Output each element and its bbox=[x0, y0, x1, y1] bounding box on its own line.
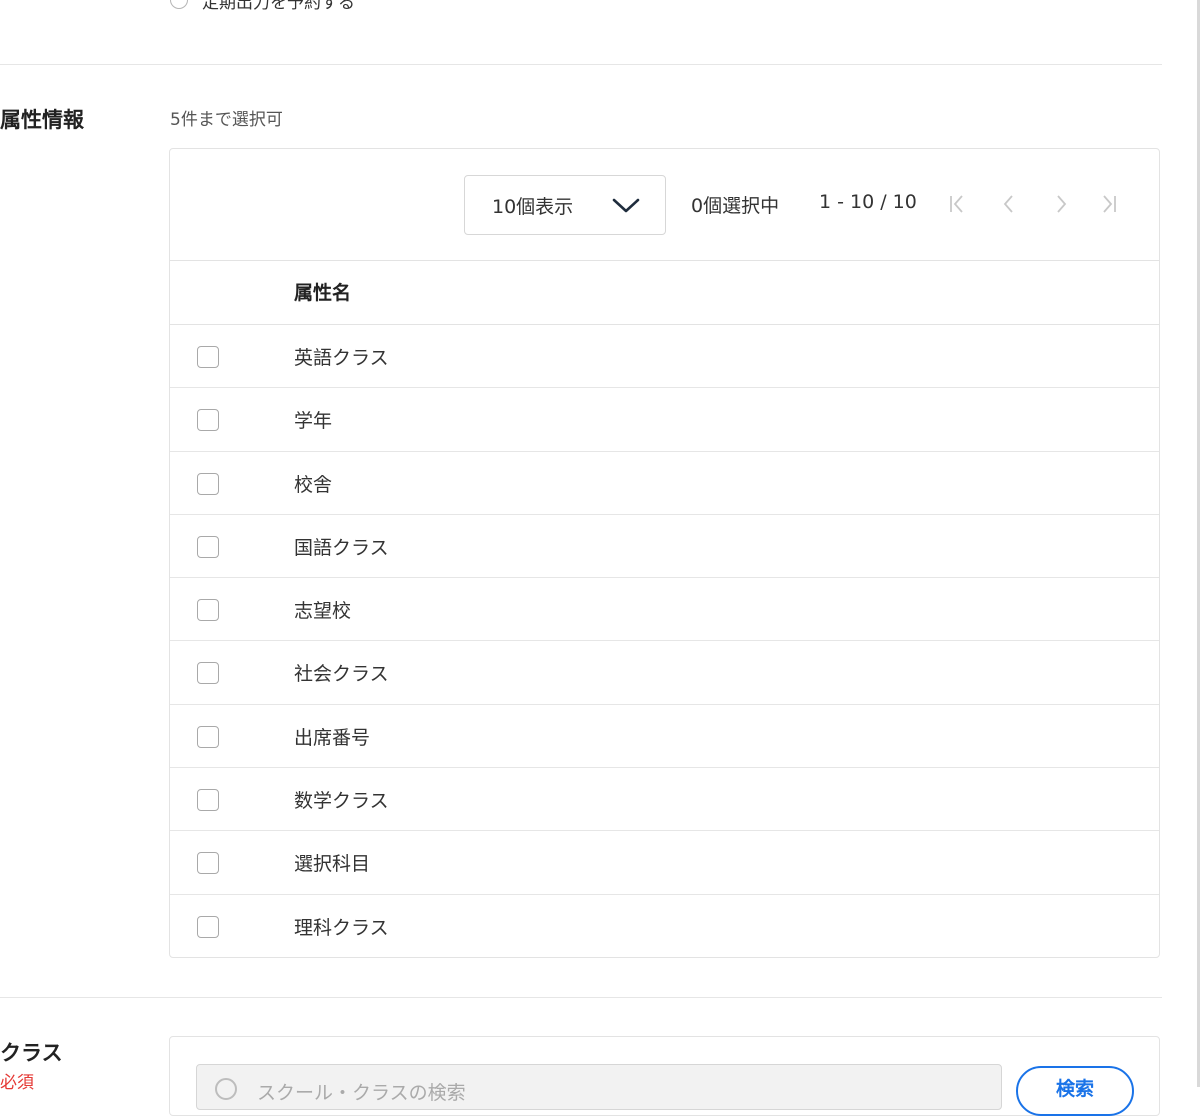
last-page-icon[interactable] bbox=[1099, 193, 1119, 215]
schedule-option[interactable]: 定期出力を予約する bbox=[170, 0, 355, 14]
table-row[interactable]: 英語クラス bbox=[170, 325, 1159, 389]
table-row[interactable]: 選択科目 bbox=[170, 831, 1159, 895]
attributes-table-panel: 10個表示 0個選択中 1 - 10 / 10 属性名 英語クラス 学年 校舎 … bbox=[169, 148, 1160, 958]
row-checkbox[interactable] bbox=[197, 472, 219, 495]
attribute-name: 出席番号 bbox=[294, 726, 371, 749]
class-search-input[interactable]: スクール・クラスの検索 bbox=[196, 1064, 1002, 1110]
pagination-range: 1 - 10 / 10 bbox=[819, 191, 917, 213]
attribute-name: 国語クラス bbox=[294, 536, 389, 559]
row-checkbox[interactable] bbox=[197, 409, 219, 432]
table-row[interactable]: 志望校 bbox=[170, 578, 1159, 642]
first-page-icon[interactable] bbox=[947, 193, 967, 215]
table-row[interactable]: 出席番号 bbox=[170, 705, 1159, 769]
section-divider bbox=[0, 64, 1162, 65]
row-checkbox[interactable] bbox=[197, 662, 219, 685]
table-row[interactable]: 社会クラス bbox=[170, 641, 1159, 705]
row-checkbox[interactable] bbox=[197, 599, 219, 622]
attribute-name: 数学クラス bbox=[294, 790, 389, 813]
schedule-radio-label: 定期出力を予約する bbox=[202, 0, 355, 13]
search-icon bbox=[215, 1078, 237, 1100]
table-row[interactable]: 校舎 bbox=[170, 452, 1159, 515]
table-header-row: 属性名 bbox=[170, 261, 1159, 325]
attribute-name: 校舎 bbox=[294, 473, 333, 496]
schedule-radio[interactable] bbox=[170, 0, 188, 9]
attribute-name: 社会クラス bbox=[294, 663, 389, 686]
table-row[interactable]: 国語クラス bbox=[170, 515, 1159, 579]
row-checkbox[interactable] bbox=[197, 915, 219, 938]
attribute-name: 英語クラス bbox=[294, 347, 389, 369]
column-header-attribute-name: 属性名 bbox=[294, 282, 352, 304]
attributes-label: 属性情報 bbox=[0, 108, 84, 132]
prev-page-icon[interactable] bbox=[999, 193, 1019, 215]
section-divider bbox=[0, 997, 1162, 998]
next-page-icon[interactable] bbox=[1051, 193, 1071, 215]
selected-count: 0個選択中 bbox=[691, 195, 780, 217]
attribute-name: 選択科目 bbox=[294, 853, 371, 876]
attribute-name: 志望校 bbox=[294, 600, 352, 623]
search-placeholder: スクール・クラスの検索 bbox=[257, 1082, 466, 1104]
attribute-name: 理科クラス bbox=[294, 916, 389, 939]
class-label: クラス bbox=[0, 1041, 63, 1065]
row-checkbox[interactable] bbox=[197, 789, 219, 812]
row-checkbox[interactable] bbox=[197, 535, 219, 558]
row-checkbox[interactable] bbox=[197, 852, 219, 875]
attributes-hint: 5件まで選択可 bbox=[170, 110, 283, 130]
table-toolbar: 10個表示 0個選択中 1 - 10 / 10 bbox=[170, 149, 1159, 261]
chevron-down-icon bbox=[612, 198, 640, 213]
page-size-select[interactable]: 10個表示 bbox=[464, 175, 666, 235]
class-search-panel: スクール・クラスの検索 検索 bbox=[169, 1036, 1160, 1116]
search-button[interactable]: 検索 bbox=[1016, 1066, 1134, 1116]
table-row[interactable]: 数学クラス bbox=[170, 768, 1159, 832]
row-checkbox[interactable] bbox=[197, 725, 219, 748]
table-row[interactable]: 学年 bbox=[170, 388, 1159, 452]
required-badge: 必須 bbox=[0, 1073, 34, 1093]
row-checkbox[interactable] bbox=[197, 346, 219, 368]
attributes-table-body: 英語クラス 学年 校舎 国語クラス 志望校 社会クラス 出席番号 数学クラス 選… bbox=[170, 325, 1159, 958]
attribute-name: 学年 bbox=[294, 410, 333, 433]
table-row[interactable]: 理科クラス bbox=[170, 895, 1159, 958]
page-size-value: 10個表示 bbox=[492, 195, 574, 218]
